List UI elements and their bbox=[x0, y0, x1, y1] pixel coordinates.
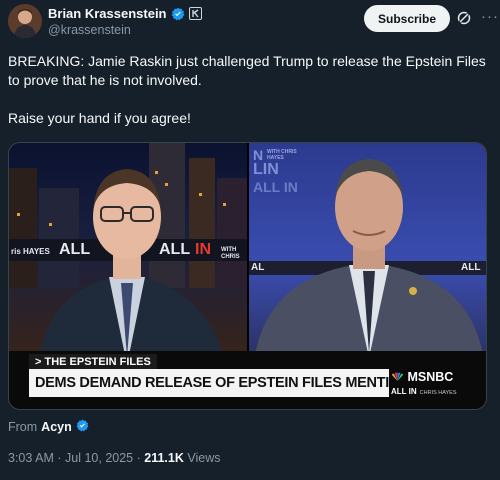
show-host: CHRIS HAYES bbox=[419, 390, 457, 396]
tweet-text: BREAKING: Jamie Raskin just challenged T… bbox=[8, 52, 492, 147]
news-chyron: DEMS DEMAND RELEASE OF EPSTEIN FILES MEN… bbox=[29, 369, 389, 397]
author-name-row: Brian Krassenstein bbox=[48, 6, 202, 21]
tweet-date[interactable]: Jul 10, 2025 bbox=[65, 451, 133, 465]
source-prefix: From bbox=[8, 420, 38, 434]
network-logo: MSNBC bbox=[391, 369, 469, 385]
tweet-paragraph: Raise your hand if you agree! bbox=[8, 110, 191, 126]
subscribe-button[interactable]: Subscribe bbox=[364, 5, 450, 32]
meta-separator: · bbox=[136, 451, 141, 465]
affiliate-logo-icon bbox=[188, 7, 202, 20]
more-options-icon[interactable]: ··· bbox=[480, 7, 500, 27]
tweet-header: Brian Krassenstein @krassenstein Subscri… bbox=[8, 2, 498, 44]
source-account[interactable]: Acyn bbox=[41, 420, 72, 434]
tweet-time[interactable]: 3:03 AM bbox=[8, 451, 54, 465]
source-attribution: From Acyn bbox=[8, 419, 89, 435]
guest-figure bbox=[253, 159, 485, 368]
meta-separator: · bbox=[57, 451, 62, 465]
views-count: 211.1K bbox=[144, 451, 184, 465]
show-logo: ALL IN CHRIS HAYES bbox=[391, 386, 469, 397]
tweet-paragraph: BREAKING: Jamie Raskin just challenged T… bbox=[8, 53, 486, 88]
views-label: Views bbox=[187, 451, 221, 465]
verified-badge-icon bbox=[171, 7, 185, 21]
video-media[interactable]: ris HAYES ALL ALL IN WITH CHRIS N LIN AL… bbox=[8, 142, 487, 410]
segment-tag: > THE EPSTEIN FILES bbox=[29, 354, 157, 370]
author-avatar[interactable] bbox=[8, 4, 42, 38]
peacock-icon bbox=[392, 372, 403, 381]
network-name: MSNBC bbox=[407, 370, 454, 384]
host-figure bbox=[37, 169, 227, 368]
tweet-metadata: 3:03 AM · Jul 10, 2025 · 211.1K Views bbox=[8, 451, 221, 465]
author-name[interactable]: Brian Krassenstein bbox=[48, 6, 167, 21]
show-name: ALL IN bbox=[391, 387, 417, 396]
grok-icon[interactable] bbox=[456, 10, 472, 26]
source-verified-badge-icon bbox=[76, 419, 89, 435]
video-right-pane: N LIN ALL IN WITH CHRIS HAYES AL ALL bbox=[249, 143, 486, 368]
author-handle[interactable]: @krassenstein bbox=[48, 23, 131, 37]
video-left-pane: ris HAYES ALL ALL IN WITH CHRIS bbox=[9, 143, 247, 368]
